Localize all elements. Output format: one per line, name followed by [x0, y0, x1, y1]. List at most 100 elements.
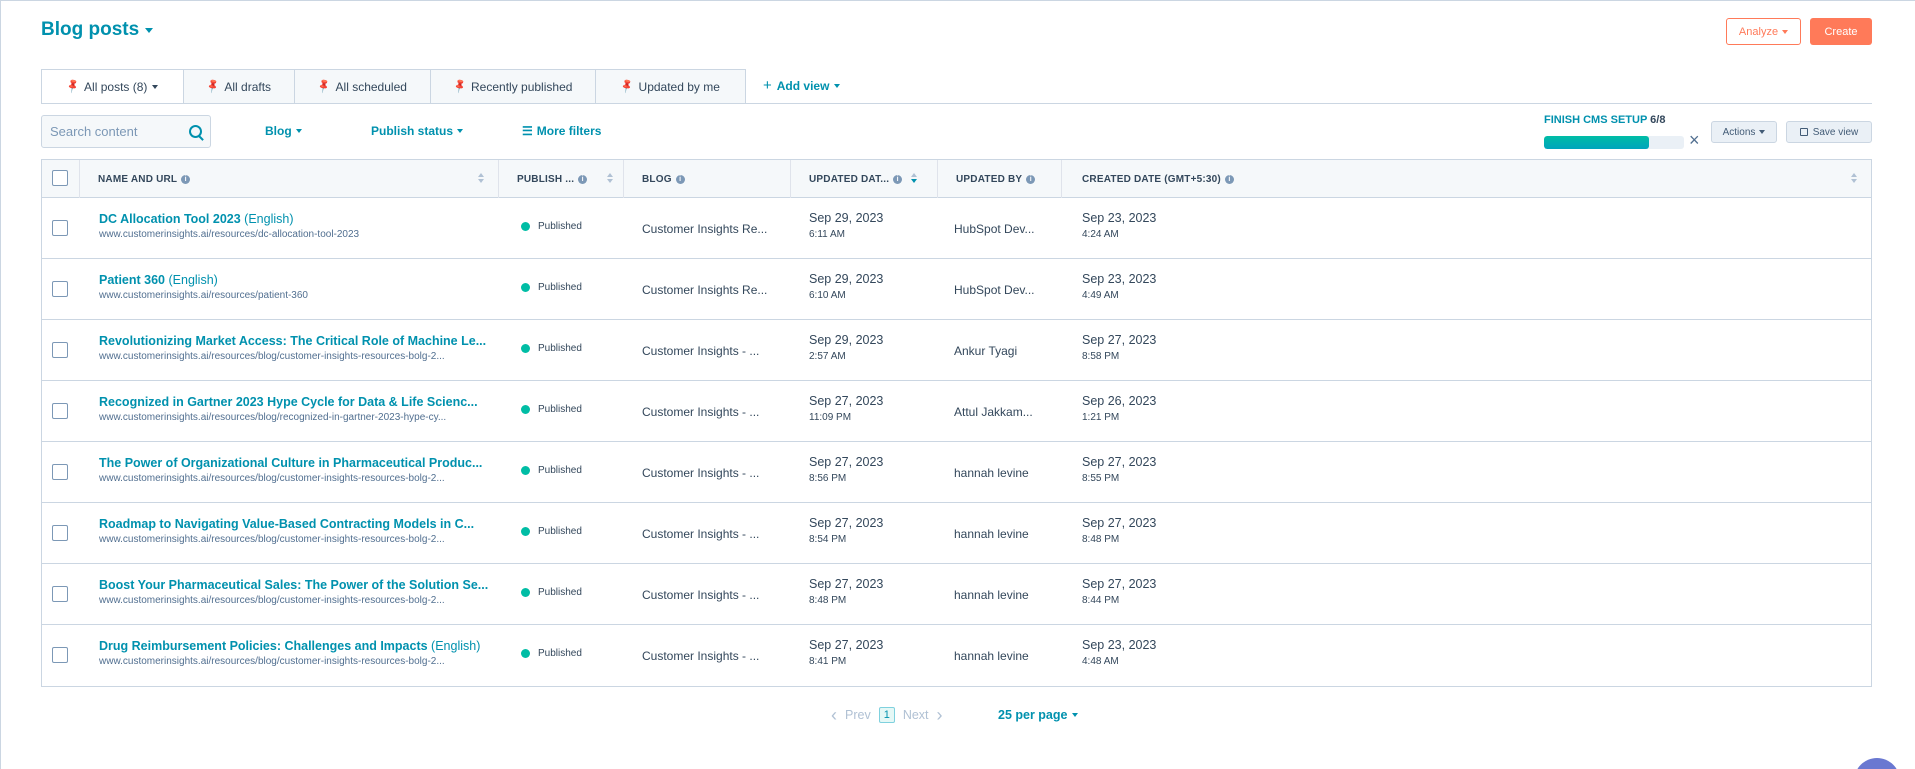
column-header-created-date[interactable]: CREATED DATE (GMT+5:30) i [1062, 160, 1871, 198]
info-icon[interactable]: i [181, 174, 191, 184]
sort-descending-icon[interactable] [911, 173, 917, 183]
updated-by: hannah levine [954, 466, 1029, 480]
info-icon[interactable]: i [1224, 174, 1234, 184]
tab-all-posts[interactable]: 📌 All posts (8) [41, 69, 184, 104]
tab-all-scheduled[interactable]: 📌 All scheduled [295, 69, 431, 104]
info-icon[interactable]: i [675, 174, 685, 184]
actions-label: Actions [1722, 126, 1756, 138]
table-row[interactable]: Drug Reimbursement Policies: Challenges … [42, 625, 1871, 686]
save-view-label: Save view [1812, 126, 1859, 138]
column-header-name[interactable]: NAME AND URL i [80, 160, 499, 198]
created-date: Sep 27, 2023 [1082, 516, 1157, 530]
status-label: Published [538, 282, 582, 293]
save-icon [1799, 128, 1808, 136]
tab-updated-by-me[interactable]: 📌 Updated by me [596, 69, 746, 104]
post-title-link[interactable]: Revolutionizing Market Access: The Criti… [99, 334, 486, 348]
post-title-link[interactable]: Drug Reimbursement Policies: Challenges … [99, 639, 480, 653]
updated-time: 2:57 AM [809, 351, 846, 362]
table-row[interactable]: Revolutionizing Market Access: The Criti… [42, 320, 1871, 381]
row-checkbox[interactable] [52, 403, 68, 419]
row-checkbox[interactable] [52, 342, 68, 358]
updated-by: Ankur Tyagi [954, 344, 1018, 358]
pin-icon[interactable]: 📌 [65, 78, 82, 94]
pin-icon[interactable]: 📌 [619, 78, 636, 94]
row-checkbox[interactable] [52, 220, 68, 236]
chevron-down-icon [1759, 130, 1766, 134]
chevron-left-icon[interactable]: ‹ [831, 706, 837, 724]
tab-recently-published[interactable]: 📌 Recently published [431, 69, 596, 104]
select-all-checkbox[interactable] [52, 170, 68, 186]
sort-icon[interactable] [1851, 173, 1857, 183]
updated-time: 6:11 AM [809, 229, 845, 240]
blog-name: Customer Insights - ... [642, 466, 760, 480]
search-input[interactable]: Search content [41, 115, 211, 148]
cms-setup-progress-text: 6/8 [1650, 114, 1666, 126]
column-label: UPDATED BY [956, 173, 1023, 185]
close-icon[interactable]: × [1689, 131, 1700, 149]
search-icon[interactable] [189, 125, 202, 138]
info-icon[interactable]: i [578, 174, 588, 184]
column-header-publish[interactable]: PUBLISH ... i [499, 160, 624, 198]
table-row[interactable]: Boost Your Pharmaceutical Sales: The Pow… [42, 564, 1871, 625]
row-checkbox[interactable] [52, 647, 68, 663]
table-row[interactable]: Patient 360 (English) www.customerinsight… [42, 259, 1871, 320]
column-header-updated-by[interactable]: UPDATED BY i [938, 160, 1062, 198]
column-label: UPDATED DAT... [809, 173, 890, 185]
post-title-link[interactable]: The Power of Organizational Culture in P… [99, 456, 482, 470]
pin-icon[interactable]: 📌 [452, 78, 469, 94]
post-url: www.customerinsights.ai/resources/blog/c… [99, 595, 445, 606]
current-page-number[interactable]: 1 [878, 707, 895, 723]
save-view-button[interactable]: Save view [1786, 121, 1872, 143]
pin-icon[interactable]: 📌 [316, 78, 333, 94]
updated-time: 8:41 PM [809, 656, 847, 667]
create-button[interactable]: Create [1810, 18, 1872, 45]
actions-button[interactable]: Actions [1711, 121, 1777, 143]
column-label: PUBLISH ... [517, 173, 575, 185]
column-header-updated-date[interactable]: UPDATED DAT... i [791, 160, 938, 198]
row-checkbox[interactable] [52, 525, 68, 541]
prev-page-button[interactable]: Prev [845, 708, 871, 722]
status-label: Published [538, 465, 582, 476]
created-time: 4:48 AM [1082, 656, 1119, 667]
row-checkbox[interactable] [52, 586, 68, 602]
blog-name: Customer Insights - ... [642, 527, 760, 541]
publish-status-filter-dropdown[interactable]: Publish status [371, 124, 464, 138]
per-page-dropdown[interactable]: 25 per page [998, 708, 1079, 722]
info-icon[interactable]: i [893, 174, 903, 184]
post-title-link[interactable]: Recognized in Gartner 2023 Hype Cycle fo… [99, 395, 478, 409]
updated-date: Sep 27, 2023 [809, 394, 884, 408]
table-row[interactable]: The Power of Organizational Culture in P… [42, 442, 1871, 503]
view-tabs: 📌 All posts (8) 📌 All drafts 📌 All sched… [41, 69, 746, 104]
header-select-cell [42, 160, 80, 198]
analyze-button[interactable]: Analyze [1726, 18, 1801, 45]
row-checkbox[interactable] [52, 464, 68, 480]
column-header-blog[interactable]: BLOG i [624, 160, 791, 198]
chevron-down-icon [145, 27, 154, 33]
post-title-link[interactable]: DC Allocation Tool 2023 (English) [99, 212, 294, 226]
post-title-link[interactable]: Patient 360 (English) [99, 273, 218, 287]
status-label: Published [538, 221, 582, 232]
table-row[interactable]: DC Allocation Tool 2023 (English) www.cus… [42, 198, 1871, 259]
blog-filter-dropdown[interactable]: Blog [265, 124, 302, 138]
pagination: ‹ Prev 1 Next › [831, 706, 943, 724]
more-filters-button[interactable]: ☰ More filters [522, 124, 601, 138]
table-row[interactable]: Recognized in Gartner 2023 Hype Cycle fo… [42, 381, 1871, 442]
post-title-link[interactable]: Roadmap to Navigating Value-Based Contra… [99, 517, 474, 531]
next-page-button[interactable]: Next [903, 708, 929, 722]
column-label: NAME AND URL [98, 173, 178, 185]
cms-setup-link[interactable]: FINISH CMS SETUP 6/8 [1544, 114, 1665, 126]
post-title-link[interactable]: Boost Your Pharmaceutical Sales: The Pow… [99, 578, 488, 592]
chat-launcher-button[interactable] [1854, 758, 1900, 769]
sort-icon[interactable] [607, 173, 613, 183]
chevron-right-icon[interactable]: › [937, 706, 943, 724]
pin-icon[interactable]: 📌 [205, 78, 222, 94]
add-view-button[interactable]: + Add view [763, 77, 841, 94]
row-checkbox[interactable] [52, 281, 68, 297]
info-icon[interactable]: i [1026, 174, 1036, 184]
tabs-divider [41, 103, 1872, 104]
tab-all-drafts[interactable]: 📌 All drafts [184, 69, 295, 104]
table-row[interactable]: Roadmap to Navigating Value-Based Contra… [42, 503, 1871, 564]
sort-icon[interactable] [478, 173, 484, 183]
cms-setup-progress-bar [1544, 136, 1684, 149]
page-title-dropdown[interactable]: Blog posts [41, 19, 154, 41]
